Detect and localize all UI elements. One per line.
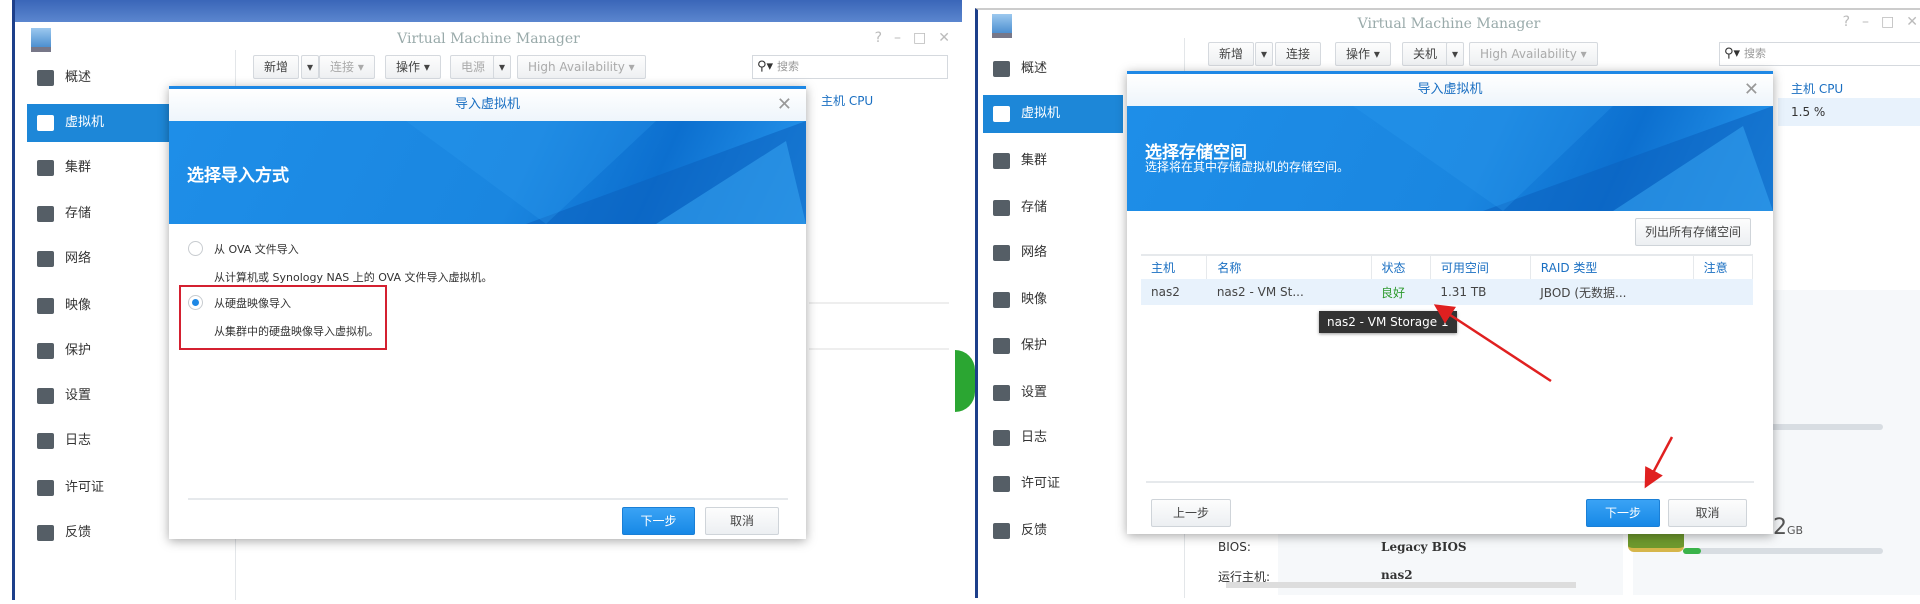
arrow-to-storage-row (1433, 304, 1552, 383)
arrow-to-next-button (1644, 436, 1674, 489)
annotation-arrows (1433, 304, 1674, 489)
